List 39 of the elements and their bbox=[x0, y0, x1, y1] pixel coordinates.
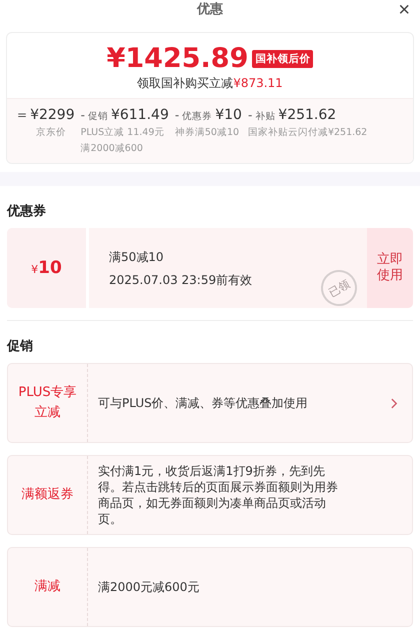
promotion-label: 满额返券 bbox=[8, 456, 88, 534]
dialog-title: 优惠 bbox=[197, 2, 223, 18]
part-label: 补贴 bbox=[255, 110, 276, 123]
promotion-card[interactable]: PLUS专享立减 可与PLUS价、满减、券等优惠叠加使用 bbox=[7, 363, 413, 443]
part-note: 京东价 bbox=[34, 126, 67, 139]
promotion-card[interactable]: 满额返券 实付满1元，收货后返满1打9折券，先到先得。若点击跳转后的页面展示券面额则为用券商品页，如无券面额则为凑单商品页或活动页。 bbox=[7, 455, 413, 535]
operator-sign: = bbox=[17, 108, 28, 122]
promotion-label: 满减 bbox=[8, 548, 88, 626]
saving-amount: ¥873.11 bbox=[233, 76, 283, 90]
coupon-validity: 2025.07.03 23:59前有效 bbox=[109, 272, 252, 289]
coupon-condition: 满50减10 bbox=[109, 249, 164, 266]
close-button[interactable]: × bbox=[398, 0, 410, 20]
chevron-icon bbox=[391, 398, 398, 408]
section-heading: 优惠券 bbox=[7, 203, 47, 220]
promotion-text: 满2000元减600元 bbox=[97, 579, 200, 596]
part-label: 优惠券 bbox=[182, 110, 212, 123]
part-amount: ¥10 bbox=[215, 107, 242, 123]
use-now-button[interactable]: 立即使用 bbox=[367, 228, 413, 308]
part-note: 神券满50减10 bbox=[174, 126, 240, 139]
part-label: 促销 bbox=[88, 110, 108, 123]
part-note: 国家补贴云闪付减¥251.62 bbox=[248, 126, 368, 139]
final-price: ¥1425.89 bbox=[106, 43, 248, 74]
promotion-text: 实付满1元，收货后返满1打9折券，先到先得。若点击跳转后的页面展示券面额则为用券商品页，如无券面额则为凑单商品页或活动页。 bbox=[97, 463, 339, 528]
section-heading: 促销 bbox=[7, 338, 34, 355]
operator-sign: - bbox=[248, 108, 252, 122]
part-note: PLUS立减 11.49元 bbox=[80, 126, 166, 139]
subsidy-note: 领取国补购买立减 bbox=[137, 76, 234, 90]
price-tag: 国补领后价 bbox=[252, 50, 314, 68]
coupon-value: 10 bbox=[38, 258, 62, 278]
part-amount: ¥2299 bbox=[30, 107, 75, 123]
promotion-label: PLUS专享立减 bbox=[8, 364, 88, 442]
part-amount: ¥611.49 bbox=[110, 107, 169, 123]
operator-sign: - bbox=[174, 108, 180, 122]
operator-sign: - bbox=[80, 108, 85, 122]
currency-sign: ¥ bbox=[31, 263, 38, 276]
part-note: 满2000减600 bbox=[80, 142, 144, 155]
promotion-text: 可与PLUS价、满减、券等优惠叠加使用 bbox=[97, 395, 309, 412]
promotion-card[interactable]: 满减 满2000元减600元 bbox=[7, 547, 413, 627]
part-amount: ¥251.62 bbox=[278, 107, 336, 123]
